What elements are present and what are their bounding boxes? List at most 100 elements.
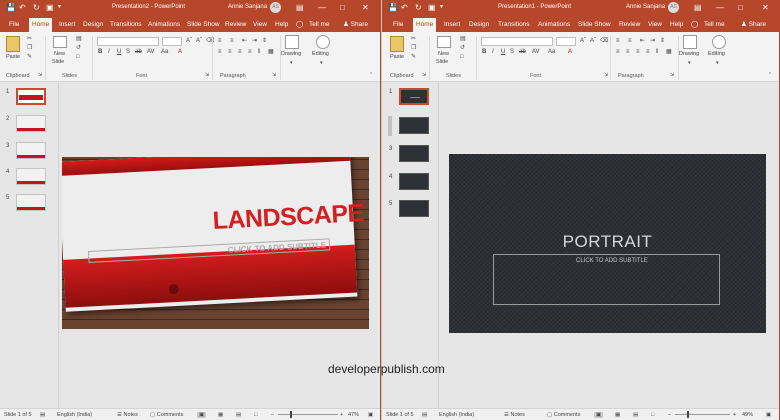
tab-view[interactable]: View: [645, 18, 665, 32]
redo-icon[interactable]: ↻: [415, 3, 422, 12]
slide-thumbnail-4[interactable]: [399, 173, 429, 190]
maximize-icon[interactable]: □: [738, 3, 743, 12]
tab-home[interactable]: Home: [29, 18, 53, 32]
zoom-level[interactable]: 49%: [742, 412, 753, 418]
increase-indent-icon[interactable]: ⇥: [650, 38, 655, 45]
user-name[interactable]: Annie Sanjana: [626, 4, 665, 10]
tab-animations[interactable]: Animations: [145, 18, 183, 32]
minimize-icon[interactable]: —: [716, 3, 724, 12]
tab-file[interactable]: File: [6, 18, 22, 32]
close-icon[interactable]: ✕: [762, 3, 769, 12]
editing-button[interactable]: Editing: [312, 51, 329, 57]
tab-home[interactable]: Home: [413, 18, 437, 32]
paste-icon[interactable]: [390, 36, 404, 52]
reading-view-icon[interactable]: ▤: [236, 412, 241, 418]
tab-help[interactable]: Help: [272, 18, 291, 32]
tab-file[interactable]: File: [390, 18, 406, 32]
new-slide-button-line2[interactable]: Slide: [52, 59, 64, 65]
zoom-in-icon[interactable]: +: [340, 412, 343, 418]
section-icon[interactable]: □: [76, 54, 80, 61]
slide-thumbnail-3[interactable]: [16, 142, 46, 159]
reading-view-icon[interactable]: ▤: [633, 412, 638, 418]
tell-me-box[interactable]: Tell me: [306, 18, 333, 32]
columns-icon[interactable]: ‖: [656, 49, 658, 56]
slide-landscape[interactable]: LANDSCAPE CLICK TO ADD SUBTITLE: [62, 157, 369, 329]
decrease-font-icon[interactable]: Aˇ: [590, 38, 596, 45]
numbering-icon[interactable]: ≡: [628, 38, 632, 45]
new-slide-button[interactable]: New: [438, 51, 449, 57]
increase-font-icon[interactable]: Aˆ: [580, 38, 586, 45]
user-name[interactable]: Annie Sanjana: [228, 4, 267, 10]
font-size-box[interactable]: [556, 37, 576, 46]
zoom-out-icon[interactable]: –: [668, 412, 671, 418]
font-size-box[interactable]: [162, 37, 182, 46]
copy-icon[interactable]: ❐: [27, 45, 32, 52]
justify-icon[interactable]: ≡: [646, 49, 650, 56]
layout-icon[interactable]: ▤: [76, 36, 82, 43]
reset-icon[interactable]: ↺: [76, 45, 81, 52]
columns-icon[interactable]: ‖: [258, 49, 260, 56]
slide-thumbnail-5[interactable]: [16, 194, 46, 211]
slide-sorter-icon[interactable]: ▦: [615, 412, 620, 418]
shadow-icon[interactable]: S: [510, 49, 514, 56]
save-icon[interactable]: 💾: [6, 3, 16, 12]
paste-icon[interactable]: [6, 36, 20, 52]
present-icon[interactable]: ▣: [428, 3, 436, 12]
customize-quick-access-icon[interactable]: ▾: [58, 3, 61, 12]
thumbnail-scrollbar[interactable]: [388, 86, 393, 150]
slide-thumbnail-1[interactable]: [399, 88, 429, 105]
undo-icon[interactable]: ↶: [401, 3, 408, 12]
format-painter-icon[interactable]: ✎: [27, 54, 32, 61]
editing-dropdown-icon[interactable]: ▾: [716, 60, 719, 67]
reset-icon[interactable]: ↺: [460, 45, 465, 52]
normal-view-icon[interactable]: ▣: [197, 412, 207, 418]
scrollbar-thumb[interactable]: [388, 116, 392, 136]
zoom-in-icon[interactable]: +: [733, 412, 736, 418]
new-slide-icon[interactable]: [437, 36, 451, 48]
paragraph-launcher-icon[interactable]: ⇲: [272, 72, 276, 79]
minimize-icon[interactable]: —: [318, 3, 326, 12]
smartart-icon[interactable]: ▦: [666, 49, 672, 56]
font-name-box[interactable]: [481, 37, 553, 46]
slide-thumbnail-2[interactable]: [16, 115, 46, 132]
tab-insert[interactable]: Insert: [56, 18, 78, 32]
align-left-icon[interactable]: ≡: [616, 49, 620, 56]
collapse-ribbon-icon[interactable]: ⌃: [768, 72, 772, 79]
slide-title[interactable]: PORTRAIT: [449, 232, 766, 252]
tell-me-box[interactable]: Tell me: [701, 18, 728, 32]
drawing-icon[interactable]: [683, 35, 697, 49]
slideshow-view-icon[interactable]: □: [254, 412, 257, 418]
close-icon[interactable]: ✕: [362, 3, 369, 12]
strikethrough-icon[interactable]: ab: [519, 49, 526, 56]
change-case-icon[interactable]: Aa: [161, 49, 168, 56]
italic-icon[interactable]: I: [108, 49, 110, 56]
drawing-dropdown-icon[interactable]: ▾: [290, 60, 293, 67]
drawing-button[interactable]: Drawing: [281, 51, 301, 57]
language-indicator[interactable]: English (India): [439, 412, 474, 418]
clipboard-launcher-icon[interactable]: ⇲: [422, 72, 426, 79]
paste-button[interactable]: Paste: [390, 54, 404, 60]
tab-help[interactable]: Help: [667, 18, 686, 32]
tab-slide-show[interactable]: Slide Show: [575, 18, 614, 32]
comments-button[interactable]: ▢ Comments: [150, 412, 183, 418]
undo-icon[interactable]: ↶: [19, 3, 26, 12]
font-launcher-icon[interactable]: ⇲: [604, 72, 608, 79]
decrease-indent-icon[interactable]: ⇤: [640, 38, 645, 45]
smartart-icon[interactable]: ▦: [268, 49, 274, 56]
zoom-slider[interactable]: [675, 414, 730, 415]
drawing-dropdown-icon[interactable]: ▾: [688, 60, 691, 67]
fit-to-window-icon[interactable]: ▣: [368, 412, 373, 418]
cut-icon[interactable]: ✂: [411, 36, 416, 43]
copy-icon[interactable]: ❐: [411, 45, 416, 52]
tab-design[interactable]: Design: [466, 18, 492, 32]
numbering-icon[interactable]: ≡: [230, 38, 234, 45]
tab-transitions[interactable]: Transitions: [107, 18, 145, 32]
new-slide-button[interactable]: New: [54, 51, 65, 57]
font-launcher-icon[interactable]: ⇲: [205, 72, 209, 79]
bold-icon[interactable]: B: [98, 49, 102, 56]
align-right-icon[interactable]: ≡: [238, 49, 242, 56]
subtitle-placeholder[interactable]: CLICK TO ADD SUBTITLE: [493, 254, 720, 305]
slideshow-view-icon[interactable]: □: [651, 412, 654, 418]
slide-thumbnail-2[interactable]: [399, 117, 429, 134]
align-left-icon[interactable]: ≡: [218, 49, 222, 56]
